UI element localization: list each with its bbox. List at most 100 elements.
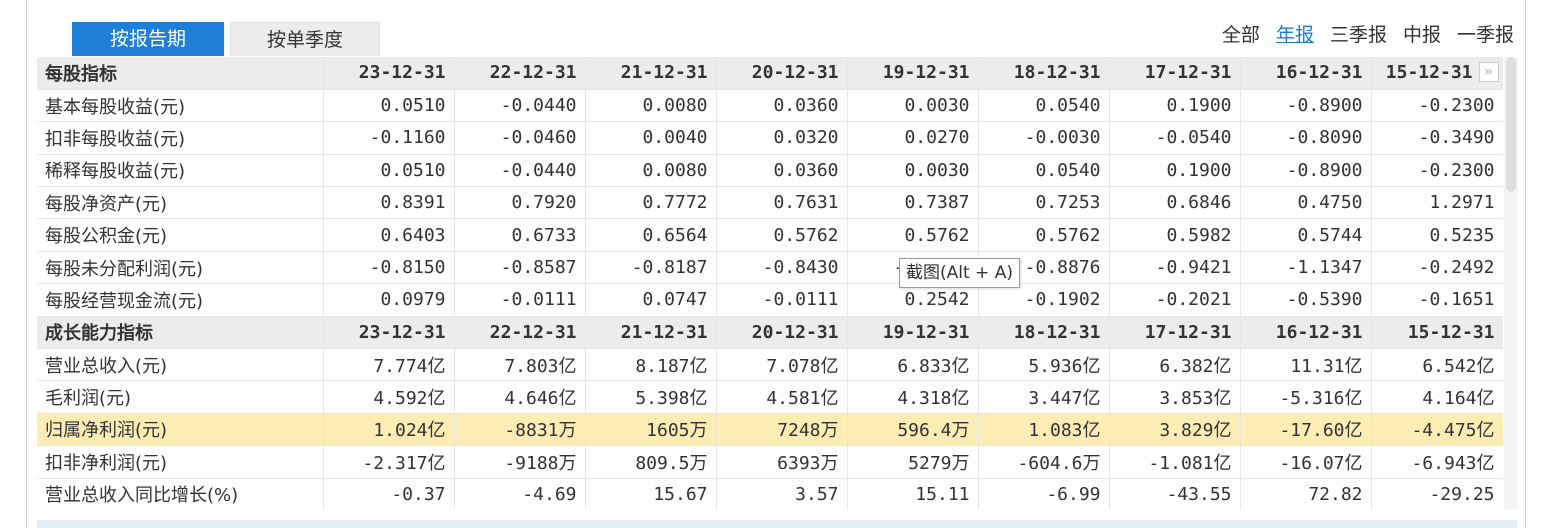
table-cell: -0.1902: [978, 283, 1110, 317]
table-cell: 0.5762: [716, 218, 848, 252]
table-cell: 3.829亿: [1109, 413, 1241, 447]
table-cell: -0.8090: [1240, 121, 1372, 155]
period-header: 21-12-31: [585, 316, 717, 350]
filter-annual[interactable]: 年报: [1276, 20, 1314, 47]
table-cell: -0.5390: [1240, 283, 1372, 317]
table-cell: 0.0030: [847, 89, 979, 123]
table-cell: -0.1160: [323, 121, 455, 155]
filter-q1[interactable]: 一季报: [1457, 20, 1514, 47]
table-row[interactable]: 毛利润(元) 4.592亿 4.646亿 5.398亿 4.581亿 4.318亿 3.44…: [37, 380, 1503, 414]
table-cell: -4.475亿: [1371, 413, 1503, 447]
table-cell: -1.1347: [1240, 251, 1372, 285]
period-header: 15-12-31: [1371, 316, 1503, 350]
table-cell: 0.0080: [585, 154, 717, 188]
table-cell: 0.6846: [1109, 186, 1241, 220]
table-cell: 15.67: [585, 478, 717, 509]
filter-all[interactable]: 全部: [1222, 20, 1260, 47]
table-cell: -0.8150: [323, 251, 455, 285]
double-chevron-right-icon[interactable]: »: [1478, 62, 1499, 82]
vertical-scrollbar[interactable]: [1504, 57, 1518, 509]
table-row[interactable]: 每股未分配利润(元) -0.8150 -0.8587 -0.8187 -0.8430 -0…: [37, 251, 1503, 285]
table-row[interactable]: 归属净利润(元) 1.024亿 -8831万 1605万 7248万 596.4万 1.08…: [37, 413, 1503, 447]
table-cell: -0.8430: [716, 251, 848, 285]
row-label: 稀释每股收益(元): [37, 154, 324, 188]
table-cell: 0.5235: [1371, 218, 1503, 252]
table-cell: 0.0510: [323, 89, 455, 123]
table-cell: 72.82: [1240, 478, 1372, 509]
table-cell: -6.943亿: [1371, 445, 1503, 479]
table-cell: -0.2300: [1371, 89, 1503, 123]
table-cell: 1605万: [585, 413, 717, 447]
period-header: 16-12-31: [1240, 57, 1372, 90]
table-row[interactable]: 每股公积金(元) 0.6403 0.6733 0.6564 0.5762 0.5762 0.…: [37, 218, 1503, 252]
table-row[interactable]: 营业总收入(元) 7.774亿 7.803亿 8.187亿 7.078亿 6.833亿 5.…: [37, 348, 1503, 382]
table-cell: 4.581亿: [716, 380, 848, 414]
table-cell: 0.0030: [847, 154, 979, 188]
table-cell: 0.5762: [847, 218, 979, 252]
table-cell: 6.833亿: [847, 348, 979, 382]
table-cell: 4.592亿: [323, 380, 455, 414]
row-label: 每股未分配利润(元): [37, 251, 324, 285]
table-row[interactable]: 营业总收入同比增长(%) -0.37 -4.69 15.67 3.57 15.11 -6.9…: [37, 478, 1503, 509]
table-cell: 1.2971: [1371, 186, 1503, 220]
period-header: 22-12-31: [454, 57, 586, 90]
table-cell: -6.99: [978, 478, 1110, 509]
table-cell: -0.0111: [454, 283, 586, 317]
table-cell: -0.0460: [454, 121, 586, 155]
table-cell: -4.69: [454, 478, 586, 509]
table-cell: 6.382亿: [1109, 348, 1241, 382]
table-cell: 0.0360: [716, 89, 848, 123]
filter-q3[interactable]: 三季报: [1330, 20, 1387, 47]
tab-by-single-quarter[interactable]: 按单季度: [230, 22, 380, 56]
table-cell: 6393万: [716, 445, 848, 479]
table-cell: 0.7387: [847, 186, 979, 220]
table-row[interactable]: 扣非净利润(元) -2.317亿 -9188万 809.5万 6393万 5279万 -60…: [37, 445, 1503, 479]
section-header-row: 每股指标 23-12-31 22-12-31 21-12-31 20-12-31 19-1…: [37, 57, 1503, 90]
period-header: 23-12-31: [323, 57, 455, 90]
screenshot-tooltip: 截图(Alt + A): [899, 258, 1020, 288]
table-cell: 809.5万: [585, 445, 717, 479]
table-cell: -604.6万: [978, 445, 1110, 479]
table-row[interactable]: 每股经营现金流(元) 0.0979 -0.0111 0.0747 -0.0111 0.25…: [37, 283, 1503, 317]
table-cell: 4.318亿: [847, 380, 979, 414]
table-cell: 4.164亿: [1371, 380, 1503, 414]
table-cell: 0.0747: [585, 283, 717, 317]
report-tabs: 按报告期 按单季度: [72, 22, 380, 56]
table-cell: 0.0360: [716, 154, 848, 188]
table-cell: -17.60亿: [1240, 413, 1372, 447]
table-cell: -2.317亿: [323, 445, 455, 479]
table-cell: 0.5982: [1109, 218, 1241, 252]
period-header: 17-12-31: [1109, 316, 1241, 350]
bottom-panel-edge: [37, 520, 1517, 528]
table-row[interactable]: 扣非每股收益(元) -0.1160 -0.0460 0.0040 0.0320 0.027…: [37, 121, 1503, 155]
table-cell: 8.187亿: [585, 348, 717, 382]
table-cell: 0.0270: [847, 121, 979, 155]
table-cell: -0.0540: [1109, 121, 1241, 155]
table-row[interactable]: 每股净资产(元) 0.8391 0.7920 0.7772 0.7631 0.7387 0.…: [37, 186, 1503, 220]
table-cell: 1.024亿: [323, 413, 455, 447]
row-label: 营业总收入(元): [37, 348, 324, 382]
filter-interim[interactable]: 中报: [1403, 20, 1441, 47]
row-label: 每股净资产(元): [37, 186, 324, 220]
period-header: 17-12-31: [1109, 57, 1241, 90]
table-cell: -29.25: [1371, 478, 1503, 509]
table-cell: 7.774亿: [323, 348, 455, 382]
table-cell: -0.1651: [1371, 283, 1503, 317]
scrollbar-thumb[interactable]: [1506, 57, 1516, 192]
table-cell: 0.7772: [585, 186, 717, 220]
table-cell: 7.078亿: [716, 348, 848, 382]
table-cell: 0.1900: [1109, 154, 1241, 188]
table-row[interactable]: 稀释每股收益(元) 0.0510 -0.0440 0.0080 0.0360 0.0030…: [37, 154, 1503, 188]
table-cell: 0.8391: [323, 186, 455, 220]
period-header: 15-12-31»: [1371, 57, 1503, 90]
table-cell: 0.7920: [454, 186, 586, 220]
table-cell: -0.2021: [1109, 283, 1241, 317]
tab-by-report-period[interactable]: 按报告期: [72, 22, 224, 56]
table-cell: -8831万: [454, 413, 586, 447]
table-cell: -1.081亿: [1109, 445, 1241, 479]
table-cell: -43.55: [1109, 478, 1241, 509]
table-cell: 0.0320: [716, 121, 848, 155]
table-row[interactable]: 基本每股收益(元) 0.0510 -0.0440 0.0080 0.0360 0.0030…: [37, 89, 1503, 123]
table-cell: -0.0440: [454, 89, 586, 123]
table-cell: 0.5762: [978, 218, 1110, 252]
